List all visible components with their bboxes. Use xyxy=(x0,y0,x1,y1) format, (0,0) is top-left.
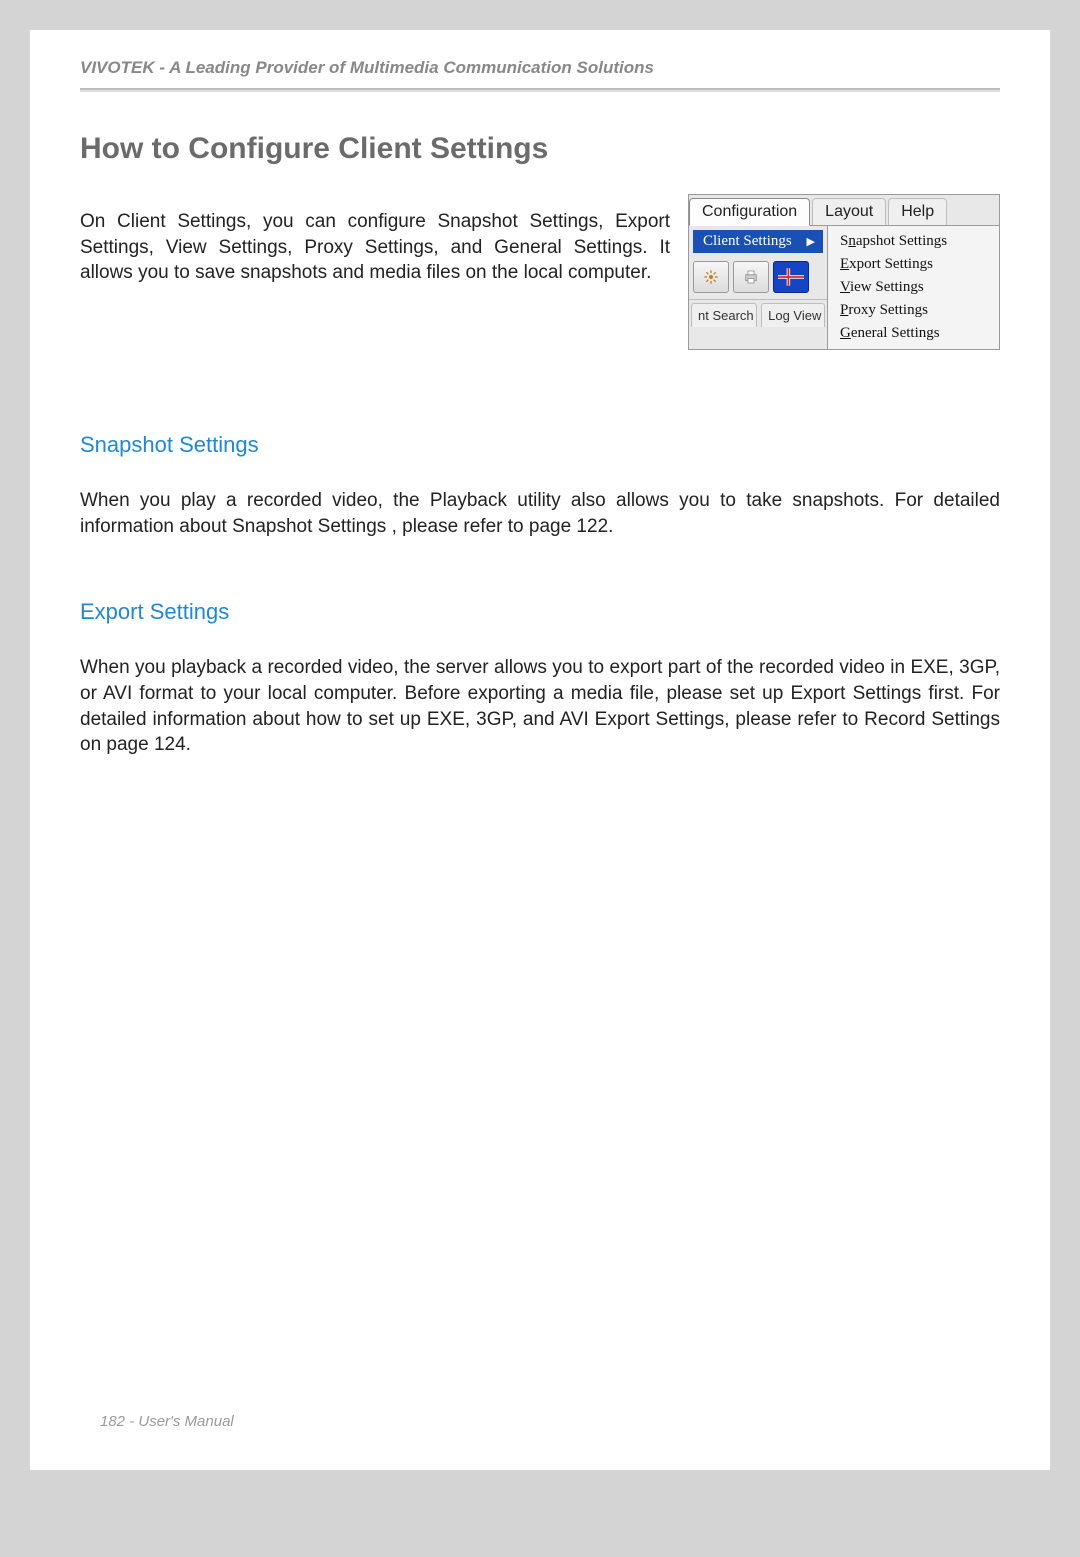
mini-tab-log-view[interactable]: Log View xyxy=(761,303,825,327)
submenu-proxy-settings[interactable]: Proxy Settings xyxy=(828,299,999,322)
tab-layout[interactable]: Layout xyxy=(812,198,886,225)
menu-client-settings-label: Client Settings xyxy=(703,233,792,250)
section-body-snapshot: When you play a recorded video, the Play… xyxy=(80,488,1000,539)
tab-help[interactable]: Help xyxy=(888,198,947,225)
section-title-snapshot: Snapshot Settings xyxy=(80,432,1000,458)
submenu-snapshot-settings[interactable]: Snapshot Settings xyxy=(828,230,999,253)
section-title-export: Export Settings xyxy=(80,599,1000,625)
page-title: How to Configure Client Settings xyxy=(80,132,1000,166)
document-page: VIVOTEK - A Leading Provider of Multimed… xyxy=(30,30,1050,1470)
printer-icon[interactable] xyxy=(733,261,769,293)
menu-client-settings[interactable]: Client Settings ▶ xyxy=(693,230,823,253)
language-flag-icon[interactable] xyxy=(773,261,809,293)
submenu-view-settings[interactable]: View Settings xyxy=(828,276,999,299)
submenu-panel: Snapshot Settings Export Settings View S… xyxy=(828,226,999,349)
header-divider xyxy=(80,88,1000,92)
lower-mini-tabs: nt Search Log View xyxy=(689,299,827,327)
gear-icon[interactable] xyxy=(693,261,729,293)
intro-block: Configuration Layout Help Client Setting… xyxy=(80,190,1000,362)
page-footer: 182 - User's Manual xyxy=(100,1413,234,1430)
chevron-right-icon: ▶ xyxy=(807,235,815,248)
top-tab-bar: Configuration Layout Help xyxy=(689,195,999,226)
client-settings-menu-screenshot: Configuration Layout Help Client Setting… xyxy=(688,194,1000,350)
section-body-export: When you playback a recorded video, the … xyxy=(80,655,1000,758)
toolbar-icons xyxy=(689,259,827,299)
page-header-brand: VIVOTEK - A Leading Provider of Multimed… xyxy=(80,58,1000,88)
tab-configuration[interactable]: Configuration xyxy=(689,198,810,226)
submenu-general-settings[interactable]: General Settings xyxy=(828,322,999,345)
submenu-export-settings[interactable]: Export Settings xyxy=(828,253,999,276)
mini-tab-nt-search[interactable]: nt Search xyxy=(691,303,757,327)
left-panel: Client Settings ▶ xyxy=(689,226,828,349)
